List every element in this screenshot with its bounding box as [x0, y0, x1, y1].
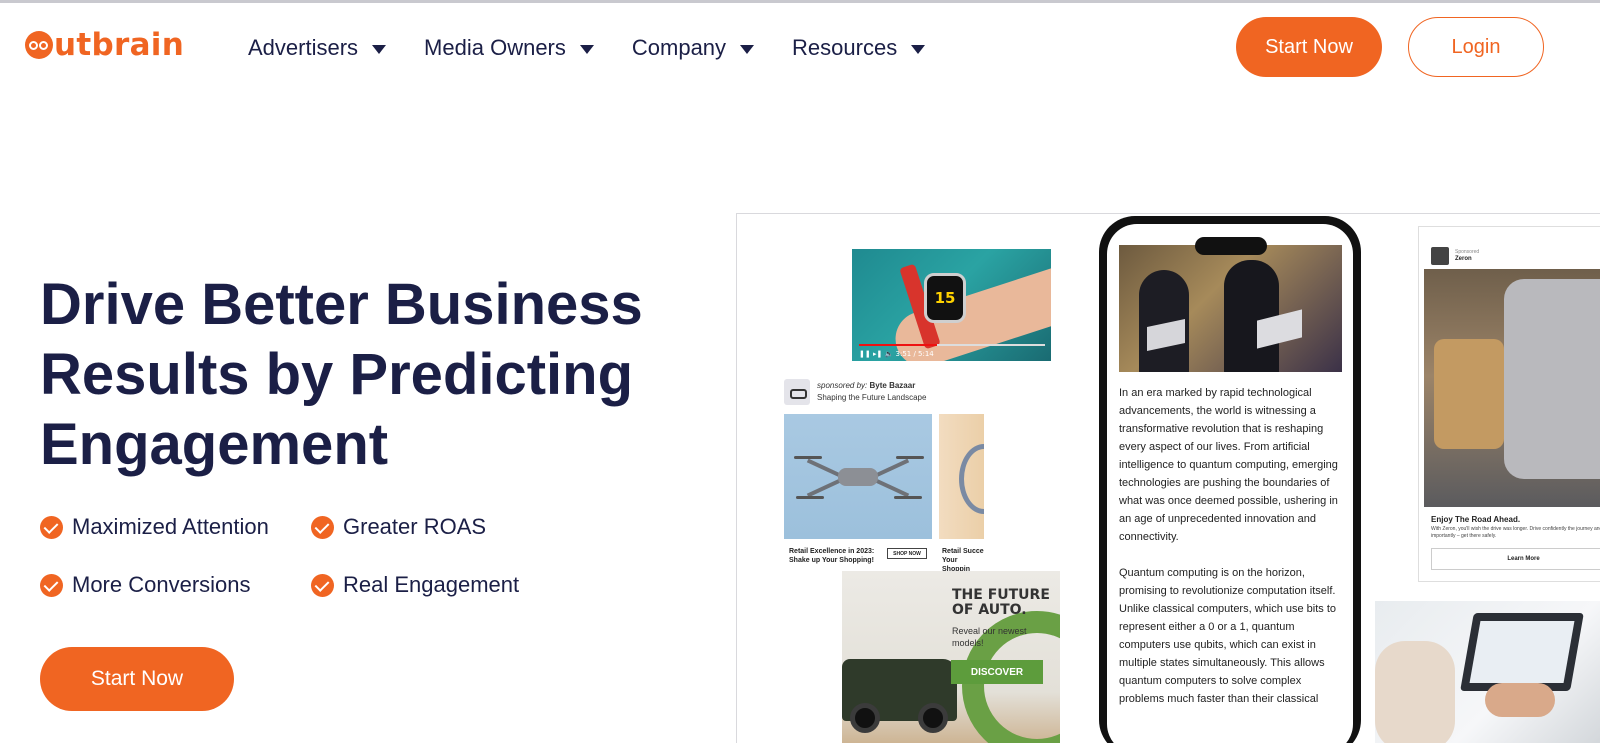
zeron-logo — [1431, 247, 1449, 265]
video-time: 3:51 / 5:14 — [895, 350, 934, 358]
zeron-car-ad[interactable]: Sponsored Zeron Enjoy The Road Ahead. Wi… — [1418, 226, 1600, 582]
feature-label: Real Engagement — [343, 572, 520, 597]
smartwatch-image: 15 — [924, 273, 966, 323]
logo-text: utbrain — [54, 27, 185, 63]
drone-product-image[interactable] — [784, 414, 932, 539]
nav-label: Advertisers — [248, 35, 359, 60]
zeron-ad-title: Enjoy The Road Ahead. — [1431, 515, 1521, 524]
phone-screen: In an era marked by rapid technological … — [1107, 224, 1353, 743]
learn-more-button[interactable]: Learn More — [1431, 548, 1600, 570]
login-button[interactable]: Login — [1408, 17, 1544, 77]
article-photo[interactable] — [1119, 245, 1342, 372]
video-controls[interactable]: ❚❚ ▸❚ 🔈 3:51 / 5:14 — [859, 350, 934, 358]
feature-label: Greater ROAS — [343, 514, 487, 539]
check-circle-icon — [311, 573, 334, 597]
car-interior-image — [1424, 269, 1600, 507]
check-circle-icon — [40, 515, 63, 539]
check-circle-icon — [40, 573, 63, 597]
main-nav: Advertisers Media Owners Company Resourc… — [248, 35, 963, 61]
auto-ad-title: THE FUTURE OF AUTO. — [952, 587, 1050, 618]
feature-item: Real Engagement — [311, 570, 571, 600]
byte-bazaar-ad-header: sponsored by: Byte Bazaar Shaping the Fu… — [784, 379, 984, 409]
feature-item: Greater ROAS — [311, 512, 571, 542]
caret-down-icon — [740, 45, 755, 54]
auto-ad-subtitle: Reveal our newest models! — [952, 626, 1027, 648]
wheel-image — [850, 703, 880, 733]
nav-media-owners[interactable]: Media Owners — [424, 35, 594, 61]
sponsor-brand: Byte Bazaar — [869, 381, 916, 390]
nav-resources[interactable]: Resources — [792, 35, 926, 61]
article-paragraph: Quantum computing is on the horizon, pro… — [1119, 567, 1337, 705]
start-now-hero-button[interactable]: Start Now — [40, 647, 234, 711]
phone-notch — [1195, 237, 1267, 255]
feature-list: Maximized Attention Greater ROAS More Co… — [40, 512, 600, 600]
feature-item: More Conversions — [40, 570, 311, 600]
shop-now-button[interactable]: SHOP NOW — [887, 548, 927, 559]
caret-down-icon — [579, 45, 594, 54]
zeron-brand: Zeron — [1455, 256, 1472, 262]
nav-label: Resources — [792, 35, 898, 60]
hero-title: Drive Better Business Results by Predict… — [40, 272, 643, 477]
play-pause-icon[interactable]: ❚❚ ▸❚ 🔈 — [859, 350, 893, 358]
nav-label: Media Owners — [424, 35, 566, 60]
byte-bazaar-logo — [784, 379, 810, 405]
phone-mockup: In an era marked by rapid technological … — [1099, 216, 1361, 743]
product-caption-2: Retail Succe Your Shoppin — [942, 548, 984, 573]
discover-button[interactable]: DISCOVER — [951, 660, 1043, 684]
start-now-header-button[interactable]: Start Now — [1236, 17, 1382, 77]
wheel-image — [918, 703, 948, 733]
nav-label: Company — [631, 35, 727, 60]
article-text: In an era marked by rapid technological … — [1119, 384, 1345, 726]
headphones-product-image[interactable] — [939, 414, 984, 539]
check-circle-icon — [311, 515, 334, 539]
outbrain-logo[interactable]: utbrain — [25, 27, 184, 63]
video-ad-player[interactable]: 15 ❚❚ ▸❚ 🔈 3:51 / 5:14 — [852, 249, 1051, 361]
sponsored-label: sponsored by: — [817, 381, 868, 390]
sponsor-tagline: Shaping the Future Landscape — [817, 393, 927, 402]
feature-label: More Conversions — [72, 572, 251, 597]
zeron-ad-description: With Zeron, you'll wish the drive was lo… — [1431, 526, 1600, 539]
sponsored-line: sponsored by: Byte Bazaar — [817, 381, 915, 390]
article-paragraph: In an era marked by rapid technological … — [1119, 387, 1338, 543]
site-header: utbrain Advertisers Media Owners Company… — [0, 3, 1600, 93]
nav-company[interactable]: Company — [631, 35, 755, 61]
product-caption: Retail Excellence in 2023: Shake up Your… — [789, 548, 875, 564]
caret-down-icon — [372, 45, 387, 54]
auto-ad[interactable]: THE FUTURE OF AUTO. Reveal our newest mo… — [842, 571, 1060, 743]
ad-showcase: 15 ❚❚ ▸❚ 🔈 3:51 / 5:14 sponsored by: Byt… — [736, 213, 1600, 743]
logo-glasses-icon — [25, 31, 53, 59]
caret-down-icon — [911, 45, 926, 54]
laptop-analytics-image[interactable] — [1375, 601, 1600, 743]
watch-number: 15 — [934, 289, 956, 307]
feature-item: Maximized Attention — [40, 512, 311, 542]
video-progress-bar[interactable] — [859, 344, 1045, 346]
nav-advertisers[interactable]: Advertisers — [248, 35, 387, 61]
feature-label: Maximized Attention — [72, 514, 269, 539]
sponsored-label: Sponsored — [1455, 249, 1480, 255]
